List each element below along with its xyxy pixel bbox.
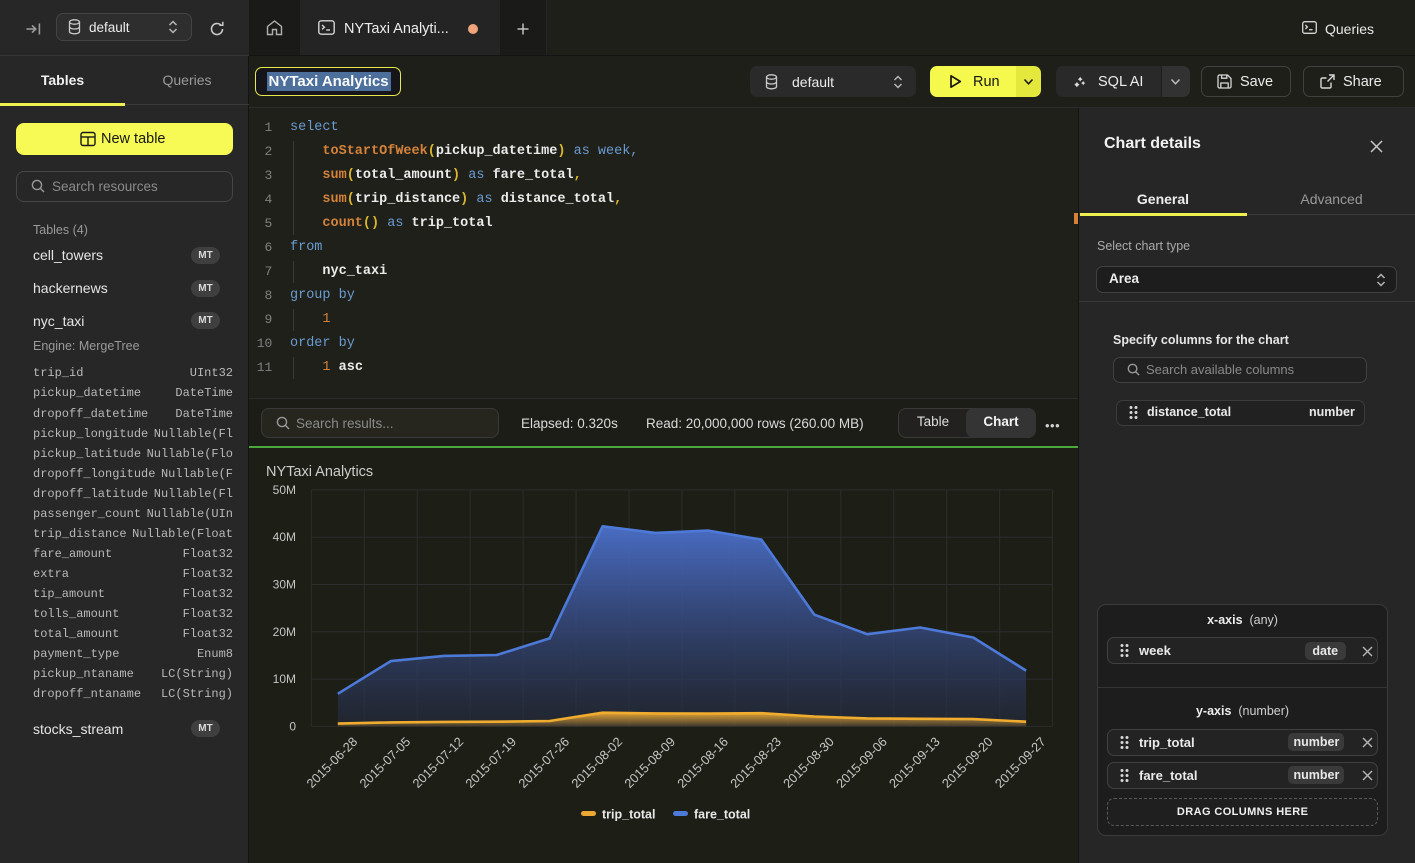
svg-text:fare_total: fare_total xyxy=(694,808,750,822)
svg-text:2015-07-26: 2015-07-26 xyxy=(515,734,572,791)
svg-text:0: 0 xyxy=(289,719,296,733)
svg-text:20M: 20M xyxy=(273,625,296,639)
svg-text:2015-07-19: 2015-07-19 xyxy=(462,734,519,791)
svg-text:50M: 50M xyxy=(273,483,296,497)
svg-text:2015-08-30: 2015-08-30 xyxy=(780,734,837,791)
svg-text:2015-07-05: 2015-07-05 xyxy=(356,734,413,791)
svg-text:trip_total: trip_total xyxy=(602,808,655,822)
svg-text:2015-08-09: 2015-08-09 xyxy=(621,734,678,791)
svg-text:40M: 40M xyxy=(273,530,296,544)
svg-text:2015-06-28: 2015-06-28 xyxy=(303,734,360,791)
svg-text:2015-09-06: 2015-09-06 xyxy=(833,734,890,791)
svg-text:2015-09-20: 2015-09-20 xyxy=(939,734,996,791)
svg-text:10M: 10M xyxy=(273,672,296,686)
svg-text:2015-09-27: 2015-09-27 xyxy=(992,734,1049,791)
svg-text:2015-08-02: 2015-08-02 xyxy=(568,734,625,791)
svg-text:2015-09-13: 2015-09-13 xyxy=(886,734,943,791)
svg-text:NYTaxi Analytics: NYTaxi Analytics xyxy=(266,464,373,480)
svg-text:30M: 30M xyxy=(273,578,296,592)
svg-text:2015-08-23: 2015-08-23 xyxy=(727,734,784,791)
svg-text:2015-08-16: 2015-08-16 xyxy=(674,734,731,791)
svg-text:2015-07-12: 2015-07-12 xyxy=(409,734,466,791)
